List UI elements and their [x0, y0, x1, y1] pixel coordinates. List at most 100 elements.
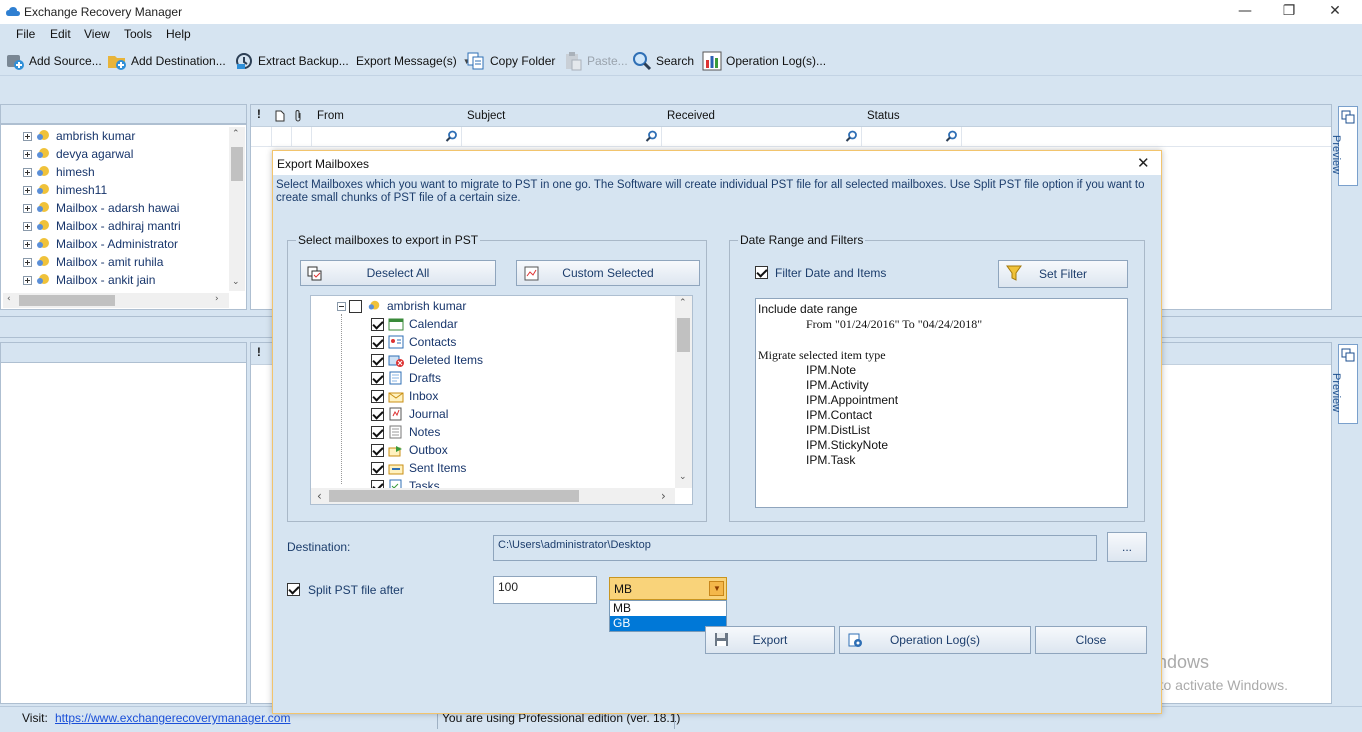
export-button[interactable]: Export [705, 626, 835, 654]
scroll-thumb[interactable] [19, 295, 115, 306]
maximize-button[interactable]: ❐ [1266, 0, 1312, 24]
preview-tab-bottom[interactable]: Preview [1330, 344, 1358, 424]
tree-vertical-scrollbar[interactable]: ⌃ ⌄ [229, 127, 245, 291]
folder-item[interactable]: Notes [371, 423, 440, 441]
export-messages-button[interactable]: Export Message(s) ▼ [356, 50, 471, 72]
folder-checkbox[interactable] [371, 407, 384, 421]
expand-icon[interactable] [23, 221, 32, 231]
tree-horizontal-scrollbar[interactable]: ‹ › [3, 293, 229, 308]
folder-checkbox[interactable] [371, 371, 384, 385]
filter-search-icon[interactable] [945, 130, 958, 143]
tree-item[interactable]: himesh [23, 163, 95, 181]
browse-button[interactable]: ... [1107, 532, 1147, 562]
col-subject[interactable]: Subject [467, 110, 505, 122]
menu-view[interactable]: View [84, 27, 110, 41]
tree-item[interactable]: Mailbox - amit ruhila [23, 253, 163, 271]
unit-dropdown[interactable]: MB ▼ [609, 577, 727, 600]
close-window-button[interactable]: ✕ [1312, 0, 1358, 24]
folder-item[interactable]: Calendar [371, 315, 458, 333]
search-button[interactable]: Search [632, 50, 694, 72]
tree-item[interactable]: devya agarwal [23, 145, 133, 163]
close-button[interactable]: Close [1035, 626, 1147, 654]
scroll-down-icon[interactable]: ⌄ [679, 472, 687, 482]
folder-item[interactable]: Drafts [371, 369, 441, 387]
folder-item[interactable]: Journal [371, 405, 448, 423]
folder-checkbox[interactable] [371, 353, 384, 367]
operation-logs-toolbar-button[interactable]: Operation Log(s)... [702, 50, 826, 72]
expand-icon[interactable] [23, 275, 32, 285]
custom-selected-button[interactable]: Custom Selected [516, 260, 700, 286]
folder-item[interactable]: Inbox [371, 387, 438, 405]
expand-icon[interactable] [23, 239, 32, 249]
folder-checkbox[interactable] [371, 425, 384, 439]
folder-checkbox[interactable] [371, 335, 384, 349]
filter-search-icon[interactable] [445, 130, 458, 143]
add-source-button[interactable]: Add Source... [5, 50, 102, 72]
preview-tab-top[interactable]: Preview [1330, 106, 1358, 186]
scroll-left-icon[interactable]: ‹ [7, 294, 11, 304]
col-importance[interactable]: ! [257, 109, 261, 121]
filter-date-checkbox[interactable] [755, 266, 768, 279]
col-received[interactable]: Received [667, 110, 715, 122]
operation-logs-button[interactable]: Operation Log(s) [839, 626, 1031, 654]
paste-icon [566, 52, 582, 71]
unit-option-mb[interactable]: MB [610, 601, 726, 616]
expand-icon[interactable] [23, 203, 32, 213]
folder-checkbox[interactable] [371, 389, 384, 403]
expand-icon[interactable] [23, 185, 32, 195]
folder-root[interactable]: ambrish kumar [337, 297, 466, 315]
extract-backup-button[interactable]: Extract Backup... [234, 50, 349, 72]
tree-item[interactable]: ambrish kumar [23, 127, 135, 145]
folder-tree-horizontal-scrollbar[interactable]: ‹ › [311, 488, 675, 504]
website-link[interactable]: https://www.exchangerecoverymanager.com [55, 711, 290, 725]
folder-checkbox[interactable] [371, 317, 384, 331]
paste-button[interactable]: Paste... [563, 50, 628, 72]
tree-item[interactable]: Mailbox - ankit jain [23, 271, 155, 289]
menu-tools[interactable]: Tools [124, 27, 152, 41]
folder-item[interactable]: Deleted Items [371, 351, 483, 369]
copy-folder-button[interactable]: Copy Folder [466, 50, 555, 72]
scroll-left-icon[interactable]: ‹ [317, 489, 322, 503]
minimize-button[interactable]: — [1222, 0, 1268, 24]
scroll-up-icon[interactable]: ⌃ [679, 298, 687, 308]
tree-item[interactable]: Mailbox - adhiraj mantri [23, 217, 181, 235]
expand-icon[interactable] [23, 257, 32, 267]
scroll-thumb[interactable] [329, 490, 579, 502]
dropdown-arrow-button[interactable]: ▼ [709, 581, 724, 596]
deselect-all-button[interactable]: Deselect All [300, 260, 496, 286]
add-destination-button[interactable]: Add Destination... [107, 50, 226, 72]
col-from[interactable]: From [317, 110, 344, 122]
folder-item[interactable]: Outbox [371, 441, 448, 459]
scroll-right-icon[interactable]: › [661, 489, 666, 503]
split-size-input[interactable]: 100 [493, 576, 597, 604]
folder-item[interactable]: Contacts [371, 333, 456, 351]
dialog-close-icon[interactable]: ✕ [1137, 154, 1150, 172]
expand-icon[interactable] [23, 167, 32, 177]
filter-search-icon[interactable] [645, 130, 658, 143]
folder-checkbox[interactable] [371, 461, 384, 475]
menu-edit[interactable]: Edit [50, 27, 71, 41]
tree-item[interactable]: Mailbox - adarsh hawai [23, 199, 179, 217]
date-range-group: Date Range and Filters Filter Date and I… [729, 233, 1145, 522]
folder-tree-vertical-scrollbar[interactable]: ⌃ ⌄ [675, 296, 692, 488]
scroll-down-icon[interactable]: ⌄ [232, 277, 240, 287]
menu-file[interactable]: File [16, 27, 35, 41]
root-checkbox[interactable] [349, 299, 362, 313]
menu-help[interactable]: Help [166, 27, 191, 41]
scroll-thumb[interactable] [231, 147, 243, 181]
expand-icon[interactable] [23, 131, 32, 141]
scroll-right-icon[interactable]: › [215, 294, 219, 304]
folder-checkbox[interactable] [371, 443, 384, 457]
scroll-up-icon[interactable]: ⌃ [232, 129, 240, 139]
tree-item[interactable]: Mailbox - Administrator [23, 235, 178, 253]
col-status[interactable]: Status [867, 110, 900, 122]
lower-col-importance[interactable]: ! [257, 347, 261, 359]
collapse-icon[interactable] [337, 301, 346, 311]
destination-path-field[interactable]: C:\Users\administrator\Desktop [493, 535, 1097, 561]
split-pst-checkbox[interactable] [287, 583, 300, 596]
folder-item[interactable]: Sent Items [371, 459, 466, 477]
tree-item[interactable]: himesh11 [23, 181, 107, 199]
scroll-thumb[interactable] [677, 318, 690, 352]
filter-search-icon[interactable] [845, 130, 858, 143]
expand-icon[interactable] [23, 149, 32, 159]
